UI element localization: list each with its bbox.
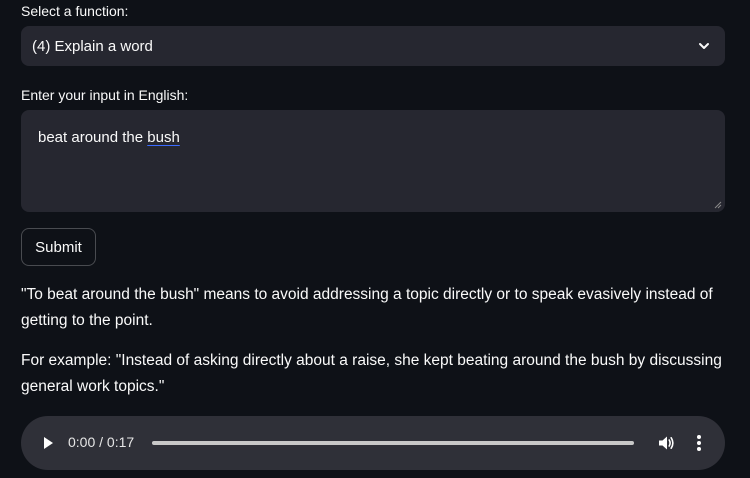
input-textarea[interactable]: beat around the bush — [21, 110, 725, 212]
volume-icon[interactable] — [657, 434, 675, 452]
input-label: Enter your input in English: — [21, 87, 189, 103]
audio-time-display: 0:00 / 0:17 — [68, 434, 135, 450]
audio-player: 0:00 / 0:17 — [21, 416, 725, 470]
input-text-misspelled: bush — [147, 129, 180, 146]
input-text: beat around the — [38, 129, 148, 146]
resize-grip-icon[interactable] — [714, 201, 722, 209]
function-select-label: Select a function: — [21, 3, 129, 19]
output-meaning-text: "To beat around the bush" means to avoid… — [21, 286, 713, 329]
function-select[interactable]: (4) Explain a word — [21, 26, 725, 66]
submit-button[interactable]: Submit — [21, 228, 96, 266]
more-vertical-icon[interactable] — [694, 433, 704, 453]
function-select-value: (4) Explain a word — [32, 37, 153, 55]
play-icon[interactable] — [41, 435, 55, 451]
chevron-down-icon[interactable] — [697, 39, 711, 53]
output-example-text: For example: "Instead of asking directly… — [21, 352, 722, 395]
app-page: Select a function: (4) Explain a word En… — [0, 0, 750, 478]
audio-progress-bar[interactable] — [152, 441, 634, 445]
